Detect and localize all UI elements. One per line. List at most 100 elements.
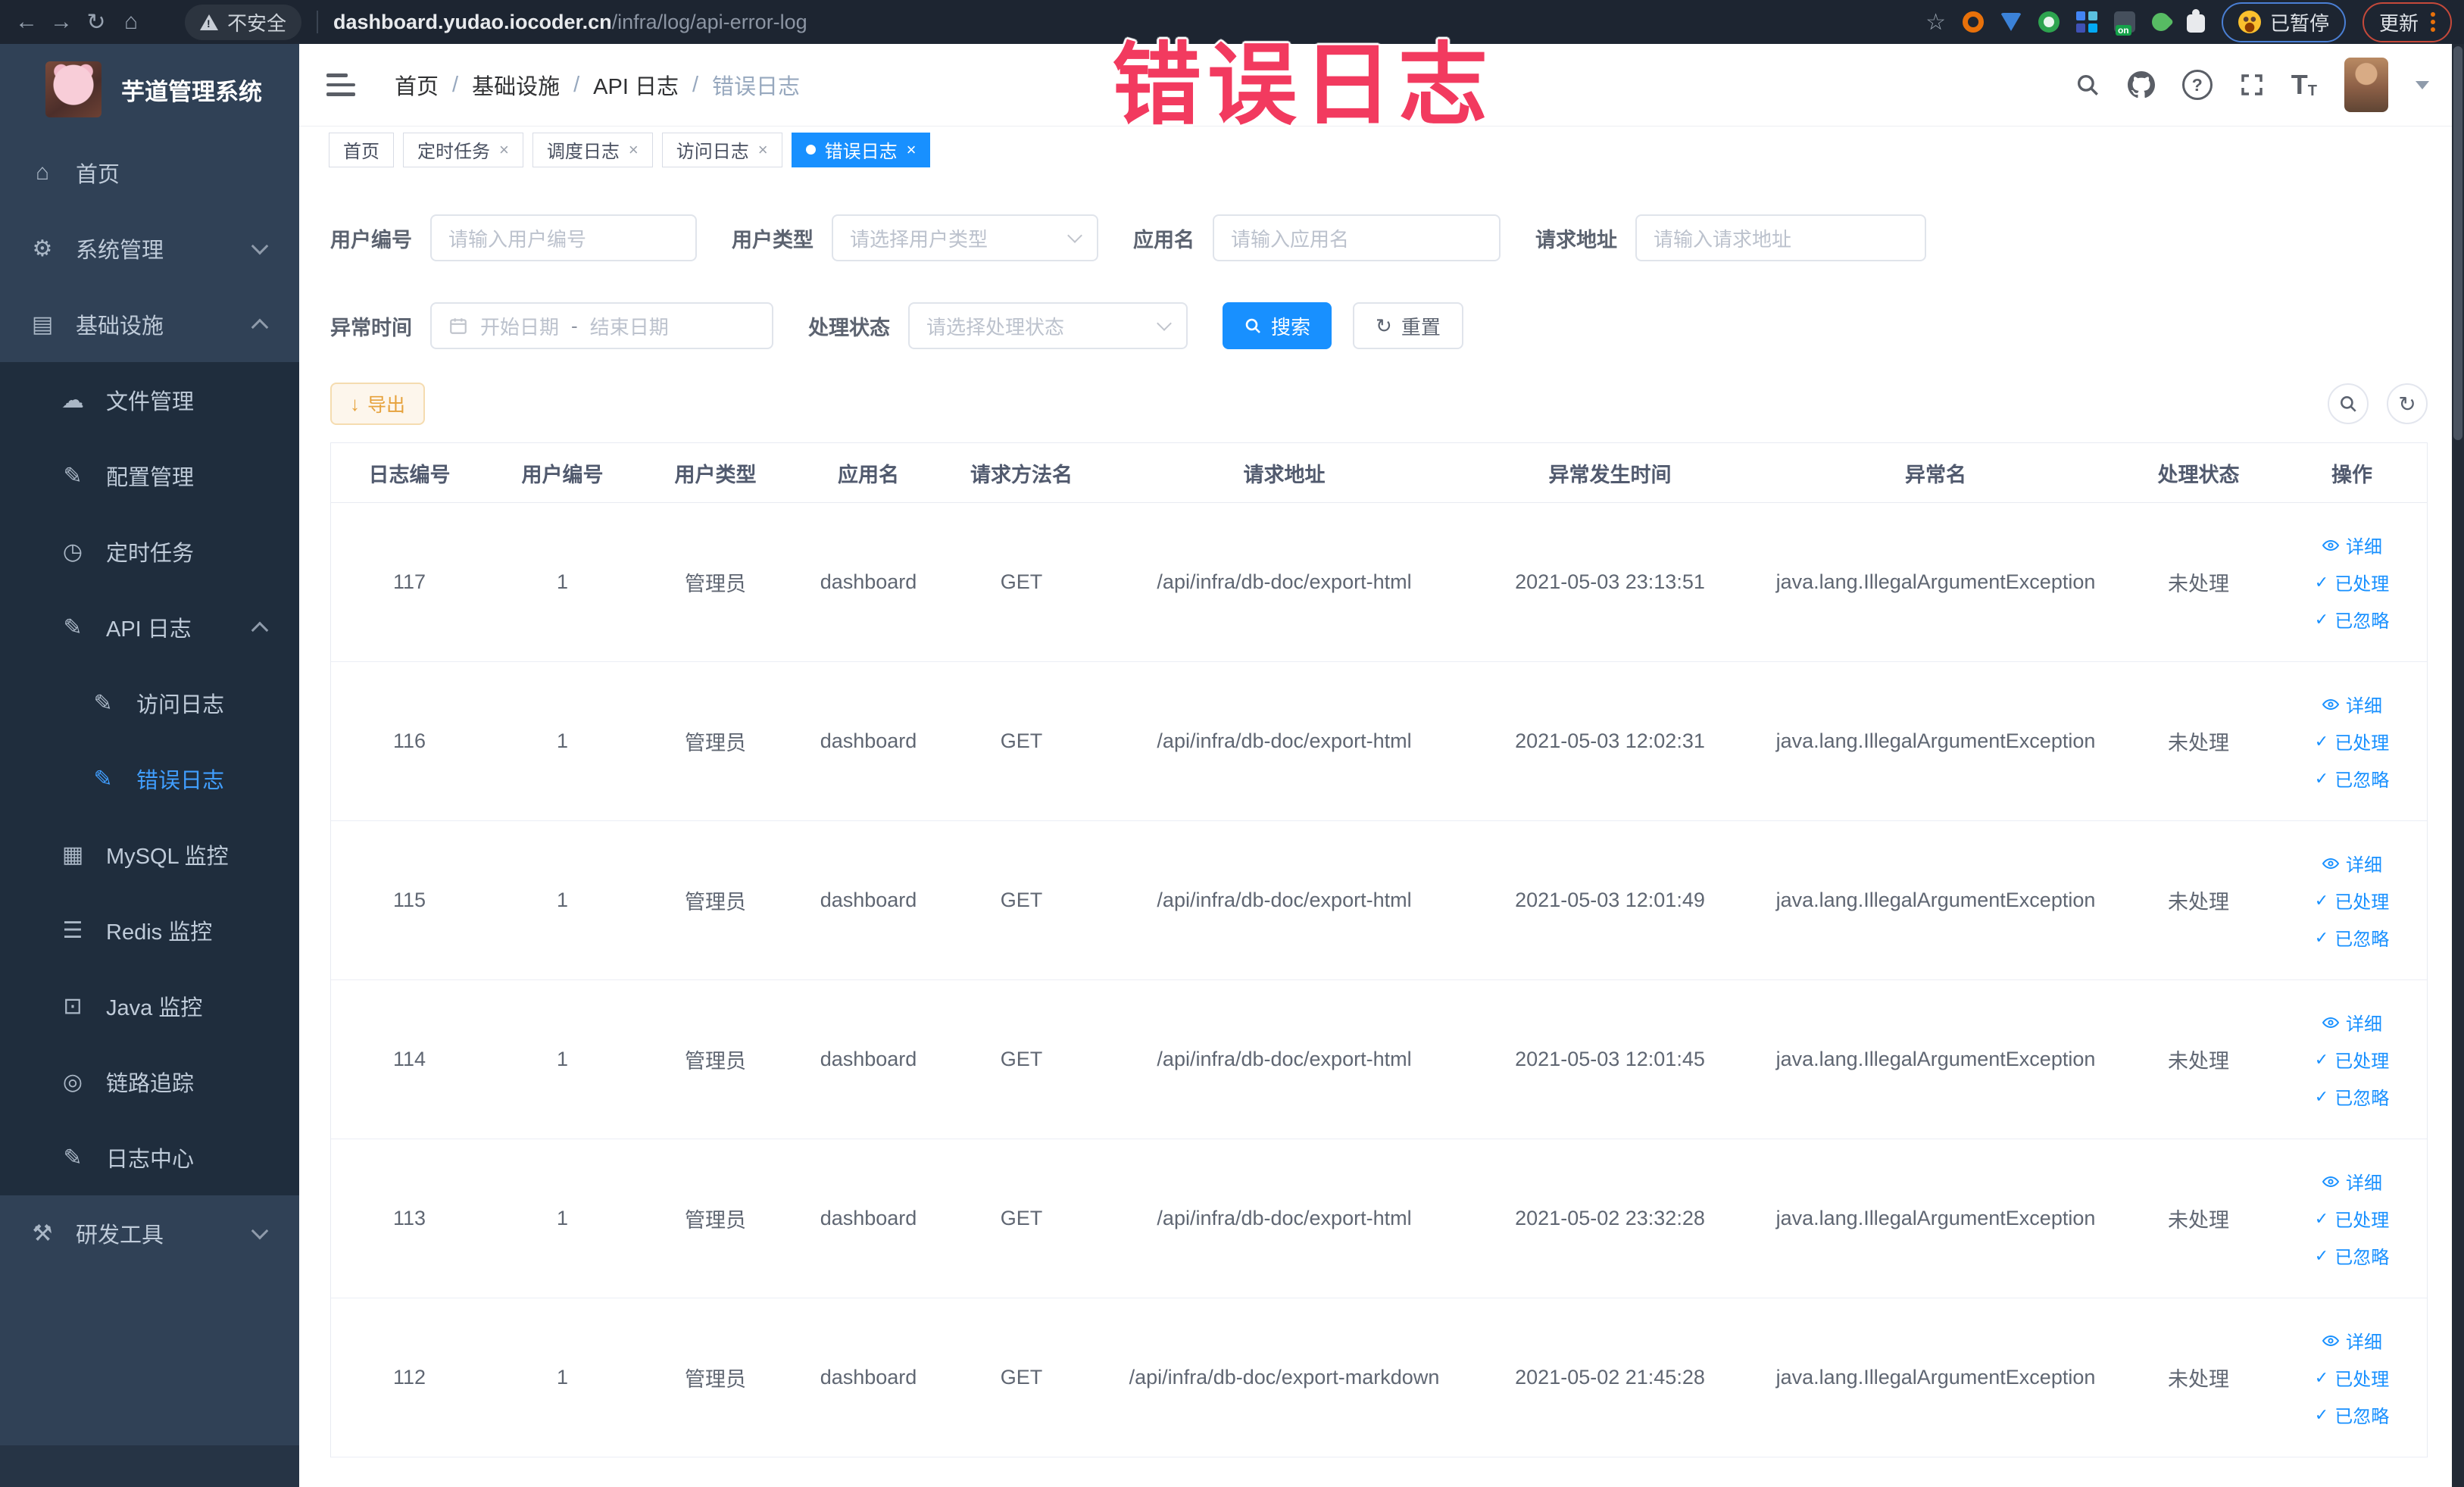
check-icon: ✓ bbox=[2314, 890, 2329, 910]
extension-on-badge-icon[interactable]: on bbox=[2113, 11, 2135, 36]
browser-home-icon[interactable]: ⌂ bbox=[114, 9, 148, 35]
chevron-down-icon[interactable] bbox=[2416, 80, 2429, 89]
browser-reload-icon[interactable]: ↻ bbox=[79, 9, 114, 36]
search-button[interactable]: 搜索 bbox=[1223, 302, 1332, 349]
action-已忽略[interactable]: ✓ 已忽略 bbox=[2315, 924, 2389, 951]
cell-time: 2021-05-02 21:45:28 bbox=[1515, 1366, 1705, 1389]
update-button[interactable]: 更新 bbox=[2362, 2, 2452, 42]
sidebar-item-基础设施[interactable]: ▤ 基础设施 bbox=[0, 286, 299, 362]
tab-首页[interactable]: 首页 bbox=[329, 132, 394, 167]
breadcrumb-item[interactable]: 首页 bbox=[395, 69, 439, 101]
extension-orange-icon[interactable] bbox=[1962, 11, 1984, 33]
close-icon[interactable]: × bbox=[499, 141, 509, 158]
paused-badge[interactable]: 已暂停 bbox=[2221, 2, 2346, 42]
sidebar-item-MySQL-监控[interactable]: ▦ MySQL 监控 bbox=[0, 817, 299, 892]
cell-user_type: 管理员 bbox=[685, 1368, 746, 1391]
toggle-search-button[interactable] bbox=[2328, 383, 2369, 424]
action-已忽略[interactable]: ✓ 已忽略 bbox=[2315, 765, 2389, 792]
table-row: 113 1 管理员 dashboard GET/api/infra/db-doc/exp… bbox=[331, 1139, 2427, 1298]
tab-错误日志[interactable]: 错误日志 × bbox=[791, 132, 931, 167]
cell-time: 2021-05-03 12:01:45 bbox=[1515, 1048, 1705, 1070]
bookmark-star-icon[interactable]: ☆ bbox=[1925, 9, 1946, 36]
browser-menu-icon[interactable] bbox=[2431, 12, 2435, 32]
eye-icon bbox=[2322, 854, 2340, 873]
extension-shield-icon[interactable] bbox=[2000, 13, 2022, 31]
extension-green-icon[interactable] bbox=[2038, 11, 2060, 33]
action-详细[interactable]: 详细 bbox=[2322, 1327, 2382, 1354]
action-详细[interactable]: 详细 bbox=[2322, 1009, 2382, 1036]
sidebar-item-label: Redis 监控 bbox=[106, 920, 213, 945]
browser-extensions-area: ☆ on 已暂停 更新 bbox=[1925, 2, 2464, 42]
extension-grid-icon[interactable] bbox=[2075, 11, 2097, 33]
sidebar-item-Java-监控[interactable]: ⊡ Java 监控 bbox=[0, 968, 299, 1044]
action-已处理[interactable]: ✓ 已处理 bbox=[2315, 1364, 2389, 1391]
export-button[interactable]: ↓ 导出 bbox=[330, 383, 426, 425]
sidebar-item-定时任务[interactable]: ◷ 定时任务 bbox=[0, 514, 299, 589]
action-已忽略[interactable]: ✓ 已忽略 bbox=[2315, 1242, 2389, 1269]
action-已忽略[interactable]: ✓ 已忽略 bbox=[2315, 1083, 2389, 1110]
request-url-input[interactable]: 请输入请求地址 bbox=[1635, 214, 1926, 261]
action-已忽略[interactable]: ✓ 已忽略 bbox=[2315, 606, 2389, 633]
action-详细[interactable]: 详细 bbox=[2322, 532, 2382, 558]
help-icon[interactable]: ? bbox=[2181, 70, 2213, 100]
close-icon[interactable]: × bbox=[907, 141, 917, 158]
sidebar-item-API-日志[interactable]: ✎ API 日志 bbox=[0, 589, 299, 665]
breadcrumb-item[interactable]: 基础设施 bbox=[472, 69, 560, 101]
app-logo-row[interactable]: 芋道管理系统 bbox=[0, 44, 299, 135]
action-已处理[interactable]: ✓ 已处理 bbox=[2315, 887, 2389, 914]
sidebar-item-研发工具[interactable]: ⚒ 研发工具 bbox=[0, 1195, 299, 1271]
extensions-puzzle-icon[interactable] bbox=[2186, 9, 2205, 33]
close-icon[interactable]: × bbox=[629, 141, 639, 158]
sidebar-item-配置管理[interactable]: ✎ 配置管理 bbox=[0, 438, 299, 514]
url-divider bbox=[317, 11, 319, 33]
app-name-input[interactable]: 请输入应用名 bbox=[1213, 214, 1501, 261]
avatar[interactable] bbox=[2344, 58, 2388, 112]
sidebar-item-访问日志[interactable]: ✎ 访问日志 bbox=[0, 665, 299, 741]
tab-调度日志[interactable]: 调度日志 × bbox=[532, 132, 653, 167]
security-chip[interactable]: ! 不安全 bbox=[185, 4, 302, 40]
cell-user_id: 1 bbox=[556, 889, 569, 911]
user-id-input[interactable]: 请输入用户编号 bbox=[430, 214, 697, 261]
extension-sprout-icon[interactable] bbox=[2147, 9, 2174, 35]
page-scrollbar[interactable] bbox=[2452, 44, 2464, 1487]
action-详细[interactable]: 详细 bbox=[2322, 691, 2382, 717]
font-size-icon[interactable]: TT bbox=[2291, 71, 2317, 99]
refresh-table-button[interactable]: ↻ bbox=[2387, 383, 2428, 424]
sidebar-item-错误日志[interactable]: ✎ 错误日志 bbox=[0, 741, 299, 817]
tab-定时任务[interactable]: 定时任务 × bbox=[403, 132, 523, 167]
sidebar-item-Redis-监控[interactable]: ☰ Redis 监控 bbox=[0, 892, 299, 968]
exception-time-range-input[interactable]: 开始日期 - 结束日期 bbox=[430, 302, 773, 349]
sidebar-item-系统管理[interactable]: ⚙ 系统管理 bbox=[0, 211, 299, 286]
sidebar-item-日志中心[interactable]: ✎ 日志中心 bbox=[0, 1120, 299, 1195]
breadcrumb-item[interactable]: API 日志 bbox=[593, 69, 679, 101]
sidebar-collapse-icon[interactable] bbox=[326, 73, 355, 96]
fullscreen-icon[interactable] bbox=[2240, 73, 2264, 97]
search-icon[interactable] bbox=[2075, 72, 2100, 98]
sidebar-item-链路追踪[interactable]: ◎ 链路追踪 bbox=[0, 1044, 299, 1120]
github-icon[interactable] bbox=[2127, 71, 2155, 98]
scrollbar-thumb[interactable] bbox=[2453, 46, 2462, 440]
tags-view: 首页 定时任务 × 调度日志 × 访问日志 × 错误日志 × bbox=[299, 127, 2464, 173]
sidebar-item-文件管理[interactable]: ☁ 文件管理 bbox=[0, 362, 299, 438]
action-已忽略[interactable]: ✓ 已忽略 bbox=[2315, 1401, 2389, 1428]
close-icon[interactable]: × bbox=[758, 141, 768, 158]
process-status-select[interactable]: 请选择处理状态 bbox=[908, 302, 1188, 349]
table-row: 115 1 管理员 dashboard GET/api/infra/db-doc/exp… bbox=[331, 821, 2427, 980]
address-bar[interactable]: dashboard.yudao.iocoder.cn/infra/log/api… bbox=[333, 11, 807, 34]
action-详细[interactable]: 详细 bbox=[2322, 850, 2382, 876]
page-content: 用户编号 请输入用户编号 用户类型 请选择用户类型 应用名 请输入应用名 请求地… bbox=[299, 173, 2464, 1487]
action-已处理[interactable]: ✓ 已处理 bbox=[2315, 569, 2389, 595]
column-header: 请求方法名 bbox=[970, 463, 1073, 486]
browser-forward-icon[interactable]: → bbox=[44, 9, 79, 35]
action-已处理[interactable]: ✓ 已处理 bbox=[2315, 1205, 2389, 1232]
action-已处理[interactable]: ✓ 已处理 bbox=[2315, 728, 2389, 754]
tab-访问日志[interactable]: 访问日志 × bbox=[661, 132, 782, 167]
reset-button[interactable]: ↻ 重置 bbox=[1353, 302, 1463, 349]
action-详细[interactable]: 详细 bbox=[2322, 1168, 2382, 1195]
browser-back-icon[interactable]: ← bbox=[9, 9, 44, 35]
chevron-down-icon bbox=[1157, 316, 1172, 331]
sidebar-item-首页[interactable]: ⌂ 首页 bbox=[0, 135, 299, 211]
cell-exception: java.lang.IllegalArgumentException bbox=[1775, 570, 2096, 593]
action-已处理[interactable]: ✓ 已处理 bbox=[2315, 1046, 2389, 1073]
user-type-select[interactable]: 请选择用户类型 bbox=[832, 214, 1098, 261]
